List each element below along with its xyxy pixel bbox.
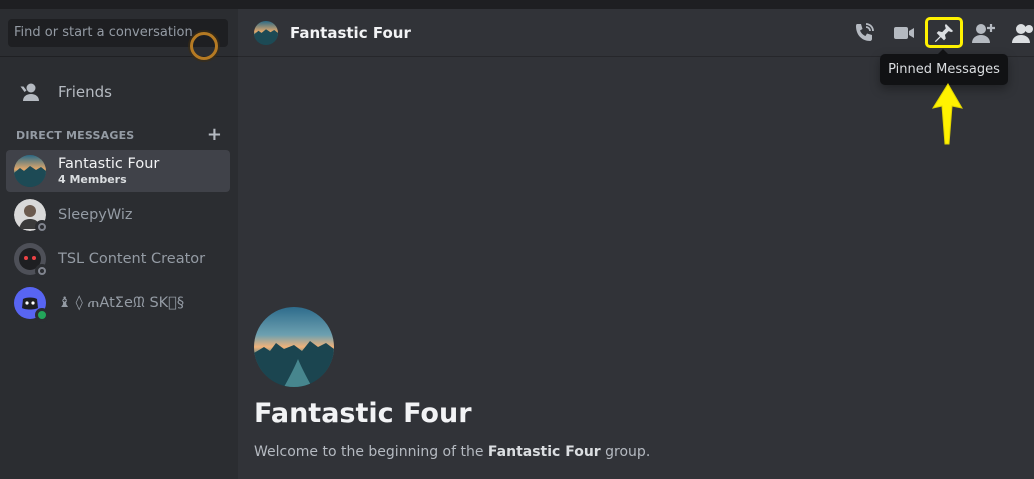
dm-name: Fantastic Four — [58, 156, 160, 172]
window-top-strip — [0, 0, 1034, 9]
dm-member-count: 4 Members — [58, 173, 127, 186]
channel-title: Fantastic Four — [290, 23, 411, 42]
dm-sidebar: Find or start a conversation Friends DIR… — [0, 9, 238, 479]
group-header-avatar — [254, 20, 278, 45]
user-avatar — [14, 243, 49, 278]
welcome-text: Welcome to the beginning of the Fantasti… — [254, 444, 650, 460]
welcome-title: Fantastic Four — [254, 398, 472, 429]
offline-status-icon — [35, 264, 49, 278]
pinned-messages-tooltip: Pinned Messages — [880, 49, 1008, 85]
welcome-text-suffix: group. — [600, 444, 651, 460]
user-avatar — [14, 199, 49, 234]
friends-label: Friends — [58, 83, 112, 101]
dm-name: ♝ ◊ ጠAtΣeᙢ SK⃣§ — [58, 295, 185, 311]
online-status-icon — [35, 308, 49, 322]
dm-name: TSL Content Creator — [58, 251, 206, 267]
dm-item-sleepywiz[interactable]: SleepyWiz — [6, 194, 230, 236]
group-welcome-avatar — [254, 307, 334, 387]
dm-item-fantastic-four[interactable]: Fantastic Four 4 Members — [6, 150, 230, 192]
cursor-highlight — [190, 32, 218, 60]
video-call-icon[interactable] — [891, 20, 917, 46]
user-avatar — [14, 287, 49, 322]
pinned-messages-highlight — [925, 17, 963, 48]
dm-name: SleepyWiz — [58, 207, 133, 223]
group-avatar — [14, 155, 46, 187]
members-icon[interactable] — [1011, 20, 1034, 46]
friends-icon — [18, 80, 42, 104]
dm-item-tsl-content-creator[interactable]: TSL Content Creator — [6, 238, 230, 280]
welcome-text-prefix: Welcome to the beginning of the — [254, 444, 488, 460]
friends-nav-item[interactable]: Friends — [8, 71, 230, 113]
direct-messages-header: DIRECT MESSAGES + — [16, 126, 222, 144]
welcome-group-name: Fantastic Four — [487, 444, 601, 460]
offline-status-icon — [35, 220, 49, 234]
create-dm-plus-icon[interactable]: + — [207, 126, 222, 144]
arrow-annotation-icon — [931, 83, 963, 145]
voice-call-icon[interactable] — [851, 20, 877, 46]
direct-messages-title: DIRECT MESSAGES — [16, 128, 135, 142]
add-friend-icon[interactable] — [971, 20, 997, 46]
dm-item-user-4[interactable]: ♝ ◊ ጠAtΣeᙢ SK⃣§ — [6, 282, 230, 324]
